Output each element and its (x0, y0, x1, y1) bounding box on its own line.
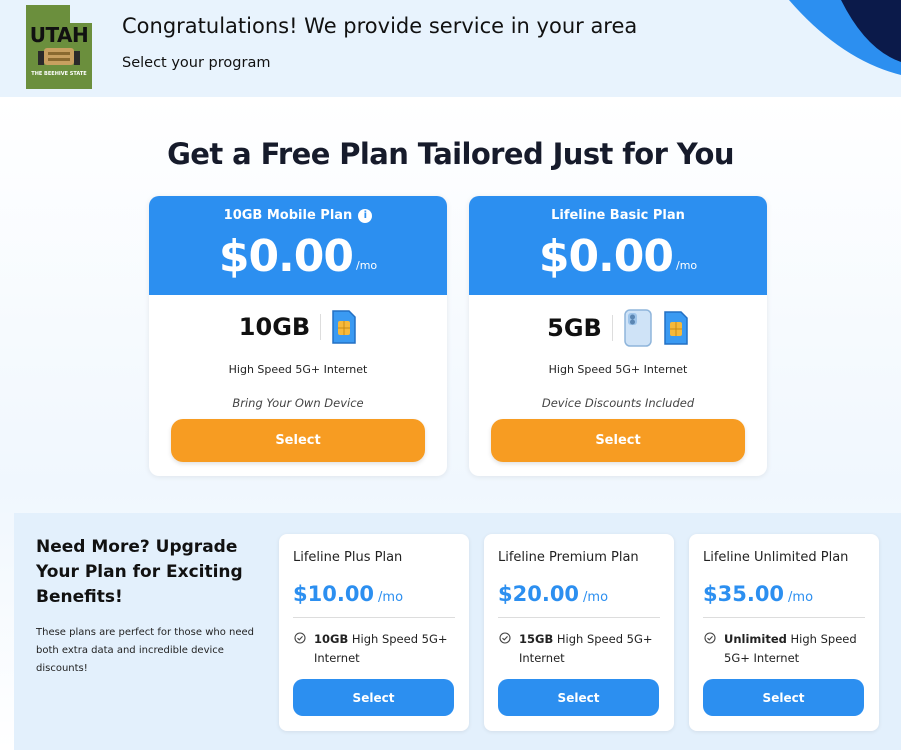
plan-price-amount: $35.00 (703, 582, 785, 606)
plan-name: Lifeline Basic Plan (551, 208, 685, 223)
plan-card-header: 10GB Mobile Plan i $0.00 /mo (149, 196, 447, 295)
select-lifeline-premium-button[interactable]: Select (498, 679, 659, 716)
plan-card-10gb-mobile: 10GB Mobile Plan i $0.00 /mo 10GB High S… (149, 196, 447, 476)
divider (320, 314, 322, 340)
utah-logo-word: UTAH (29, 23, 89, 47)
plan-data-row: 10GB (149, 309, 447, 345)
plan-price: $0.00 /mo (149, 232, 447, 282)
plan-feature: Unlimited High Speed 5G+ Internet (724, 630, 874, 668)
corner-decoration (789, 0, 901, 75)
plan-data-amount: 10GB (238, 313, 311, 341)
upgrade-section: Need More? Upgrade Your Plan for Excitin… (14, 513, 901, 750)
utah-logo-tagline: THE BEEHIVE STATE (31, 71, 87, 77)
plan-feature: 15GB High Speed 5G+ Internet (519, 630, 669, 668)
check-badge-icon (704, 632, 716, 644)
plan-note: Device Discounts Included (541, 396, 695, 410)
plan-data-row: 5GB (469, 309, 767, 347)
divider (703, 617, 865, 618)
plan-name: Lifeline Premium Plan (498, 550, 639, 565)
page-title: Congratulations! We provide service in y… (122, 14, 638, 38)
plan-feature: High Speed 5G+ Internet (548, 363, 688, 376)
plan-name-row: Lifeline Basic Plan (469, 208, 767, 223)
plan-note: Bring Your Own Device (232, 396, 364, 410)
plan-feature: 10GB High Speed 5G+ Internet (314, 630, 464, 668)
utah-logo: UTAH THE BEEHIVE STATE (26, 5, 92, 89)
hero-title: Get a Free Plan Tailored Just for You (167, 137, 734, 171)
plan-card-lifeline-unlimited: Lifeline Unlimited Plan $35.00 /mo Unlim… (689, 534, 879, 731)
upgrade-description: These plans are perfect for those who ne… (36, 627, 255, 674)
plan-price: $35.00 /mo (703, 582, 813, 606)
plan-price-period: /mo (378, 590, 404, 605)
plan-price-amount: $0.00 (538, 231, 674, 282)
sim-card-icon (332, 310, 356, 344)
plan-data-amount: 5GB (547, 314, 602, 342)
plan-price-amount: $10.00 (293, 582, 375, 606)
plan-price-period: /mo (788, 590, 814, 605)
divider (611, 315, 613, 341)
page-subtitle: Select your program (122, 55, 271, 71)
select-lifeline-basic-button[interactable]: Select (491, 419, 745, 462)
phone-icon (624, 309, 652, 347)
plan-price: $0.00 /mo (469, 232, 767, 282)
plan-card-header: Lifeline Basic Plan $0.00 /mo (469, 196, 767, 295)
header-banner: UTAH THE BEEHIVE STATE Congratulations! … (0, 0, 901, 97)
plan-name: 10GB Mobile Plan (223, 208, 353, 223)
select-lifeline-unlimited-button[interactable]: Select (703, 679, 864, 716)
select-10gb-plan-button[interactable]: Select (171, 419, 425, 462)
check-badge-icon (294, 632, 306, 644)
plan-price: $10.00 /mo (293, 582, 403, 606)
plan-card-lifeline-plus: Lifeline Plus Plan $10.00 /mo 10GB High … (279, 534, 469, 731)
plan-feature-highlight: 15GB (519, 632, 554, 646)
plan-name-row: 10GB Mobile Plan i (149, 208, 447, 223)
info-icon[interactable]: i (358, 208, 373, 223)
plan-feature-highlight: Unlimited (724, 632, 787, 646)
plan-price-period: /mo (583, 590, 609, 605)
plan-price-amount: $0.00 (218, 231, 354, 282)
plan-price: $20.00 /mo (498, 582, 608, 606)
upgrade-title: Need More? Upgrade Your Plan for Excitin… (36, 537, 243, 607)
plan-price-amount: $20.00 (498, 582, 580, 606)
plan-feature-highlight: 10GB (314, 632, 349, 646)
check-badge-icon (499, 632, 511, 644)
select-lifeline-plus-button[interactable]: Select (293, 679, 454, 716)
plan-card-lifeline-basic: Lifeline Basic Plan $0.00 /mo 5GB High S… (469, 196, 767, 476)
plan-name: Lifeline Plus Plan (293, 550, 403, 565)
plan-feature: High Speed 5G+ Internet (228, 363, 368, 376)
beehive-icon (38, 48, 80, 65)
divider (293, 617, 455, 618)
plan-price-period: /mo (356, 259, 378, 272)
sim-card-icon (664, 311, 688, 345)
plan-price-period: /mo (676, 259, 698, 272)
plan-card-lifeline-premium: Lifeline Premium Plan $20.00 /mo 15GB Hi… (484, 534, 674, 731)
plan-name: Lifeline Unlimited Plan (703, 550, 849, 565)
divider (498, 617, 660, 618)
